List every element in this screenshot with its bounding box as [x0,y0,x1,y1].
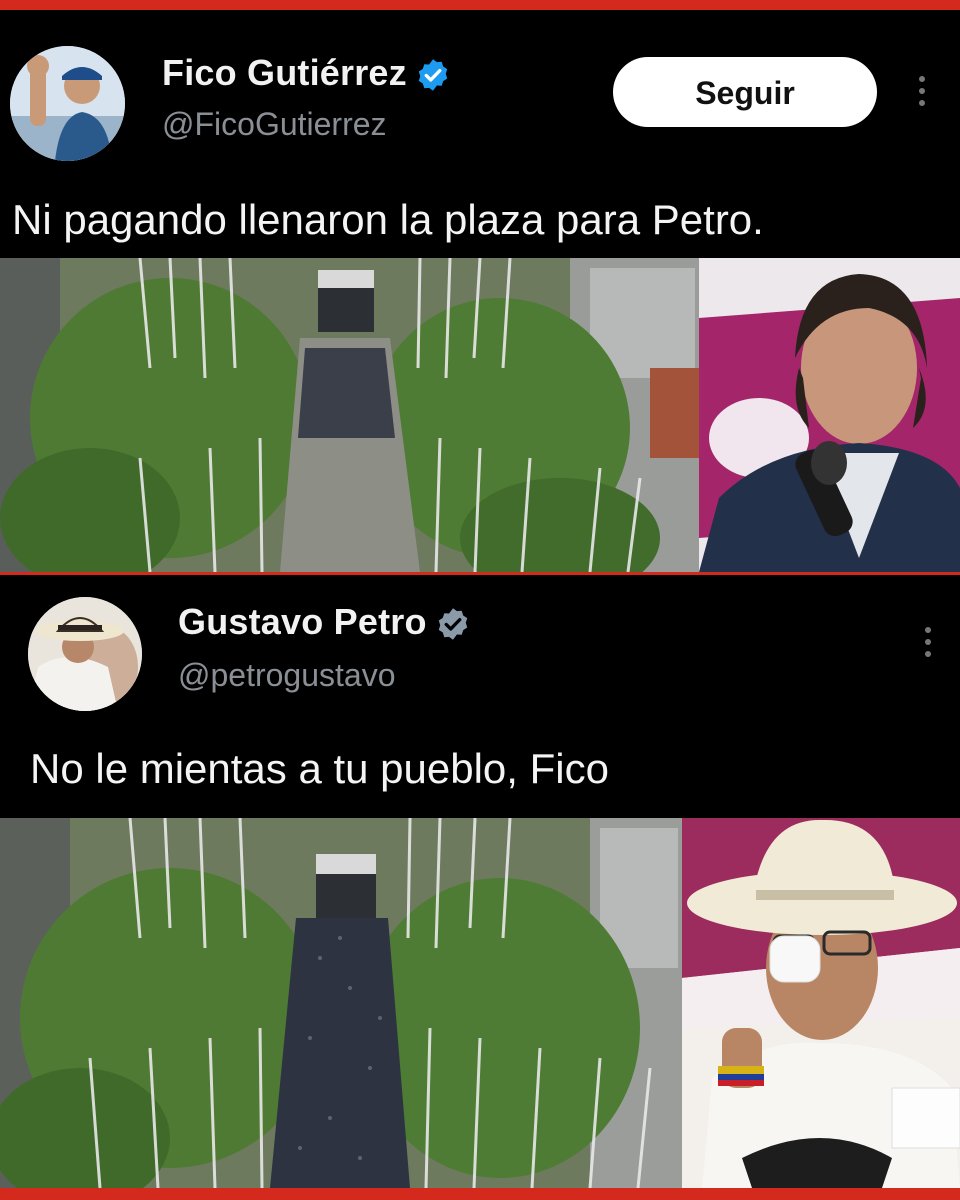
author-handle[interactable]: @FicoGutierrez [162,106,387,143]
bottom-red-border [0,1188,960,1200]
fico-portrait-photo[interactable] [699,258,960,572]
tweet-text: No le mientas a tu pueblo, Fico [30,745,609,792]
tweet-text: Ni pagando llenaron la plaza para Petro. [12,196,764,243]
aerial-plaza-photo-full-crowd[interactable] [0,818,682,1188]
avatar-petro[interactable] [28,597,142,711]
petro-portrait-photo[interactable] [682,818,960,1188]
tweet-fico: Fico Gutiérrez @FicoGutierrez Seguir Ni … [0,10,960,258]
tweet-petro: Gustavo Petro @petrogustavo No le mienta… [0,575,960,818]
aerial-plaza-photo-sparse-crowd[interactable] [0,258,699,572]
author-name[interactable]: Gustavo Petro [178,601,471,643]
avatar-fico[interactable] [10,46,125,161]
author-name[interactable]: Fico Gutiérrez [162,52,451,94]
follow-button[interactable]: Seguir [613,57,877,127]
meme-frame: Fico Gutiérrez @FicoGutierrez Seguir Ni … [0,0,960,1200]
more-options-icon[interactable] [917,76,927,112]
more-options-icon[interactable] [923,627,933,663]
verified-badge-icon [415,57,451,93]
verified-badge-icon [435,606,471,642]
top-red-border [0,0,960,10]
author-handle[interactable]: @petrogustavo [178,657,396,694]
